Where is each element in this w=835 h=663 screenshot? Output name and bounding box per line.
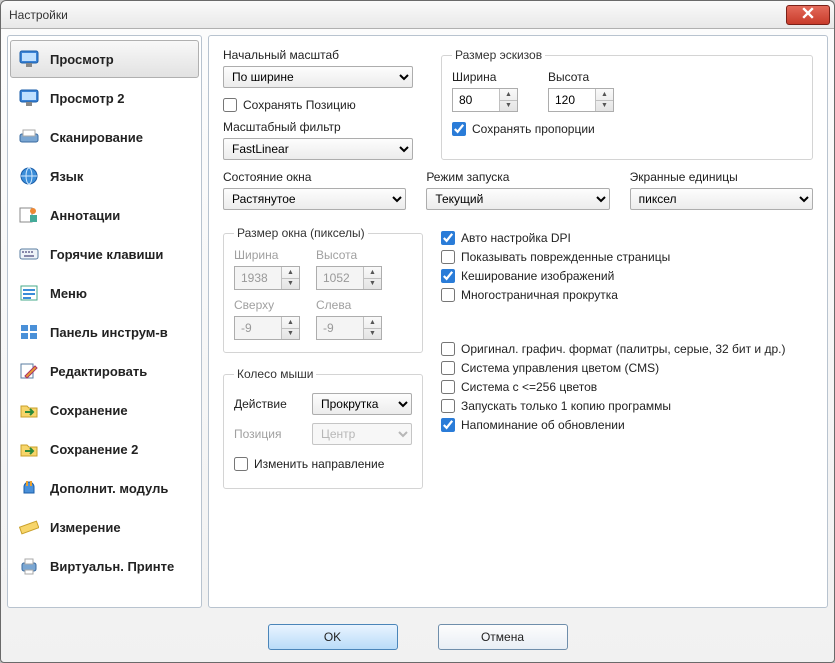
screen-units-label: Экранные единицы [630,170,813,184]
multiscroll-checkbox[interactable]: Многостраничная прокрутка [441,288,813,302]
winsize-width-input: ▲▼ [234,266,300,290]
dialog-footer: OK Отмена [1,614,834,662]
thumb-height-input[interactable]: ▲▼ [548,88,614,112]
ok-button[interactable]: OK [268,624,398,650]
monitor-icon [18,88,40,108]
sidebar-item-label: Горячие клавиши [50,247,163,262]
sidebar: Просмотр Просмотр 2 Сканирование Язык Ан… [7,35,202,608]
cms-checkbox[interactable]: Система управления цветом (CMS) [441,361,813,375]
sidebar-item-save2[interactable]: Сохранение 2 [10,430,199,468]
window-title: Настройки [9,8,786,22]
winsize-left-input: ▲▼ [316,316,382,340]
sidebar-item-label: Аннотации [50,208,120,223]
sidebar-item-label: Сканирование [50,130,143,145]
monitor-icon [18,49,40,69]
thumb-width-input[interactable]: ▲▼ [452,88,518,112]
screen-units-select[interactable]: пиксел [630,188,813,210]
scale-filter-label: Масштабный фильтр [223,120,423,134]
scale-filter-select[interactable]: FastLinear [223,138,413,160]
thumbnail-size-group: Размер эскизов Ширина ▲▼ Высота [441,48,813,160]
mouse-position-label: Позиция [234,427,281,441]
initial-scale-label: Начальный масштаб [223,48,423,62]
sidebar-item-view[interactable]: Просмотр [10,40,199,78]
sidebar-item-label: Редактировать [50,364,147,379]
menu-icon [18,283,40,303]
settings-dialog: Настройки Просмотр Просмотр 2 Сканирован… [0,0,835,663]
sidebar-item-edit[interactable]: Редактировать [10,352,199,390]
winsize-top-input: ▲▼ [234,316,300,340]
sidebar-item-printer[interactable]: Виртуальн. Принте [10,547,199,585]
folder-arrow-icon [18,400,40,420]
keyboard-icon [18,244,40,264]
window-state-select[interactable]: Растянутое [223,188,406,210]
sidebar-item-annot[interactable]: Аннотации [10,196,199,234]
annotations-icon [18,205,40,225]
start-mode-select[interactable]: Текущий [426,188,609,210]
titlebar: Настройки [1,1,834,29]
start-mode-label: Режим запуска [426,170,609,184]
sidebar-item-lang[interactable]: Язык [10,157,199,195]
globe-icon [18,166,40,186]
dialog-body: Просмотр Просмотр 2 Сканирование Язык Ан… [1,29,834,614]
ruler-icon [18,517,40,537]
sidebar-item-label: Виртуальн. Принте [50,559,174,574]
update-remind-checkbox[interactable]: Напоминание об обновлении [441,418,813,432]
sidebar-item-label: Панель инструм-в [50,325,168,340]
orig-format-checkbox[interactable]: Оригинал. графич. формат (палитры, серые… [441,342,813,356]
close-button[interactable] [786,5,830,25]
printer-icon [18,556,40,576]
sidebar-item-view2[interactable]: Просмотр 2 [10,79,199,117]
window-size-group: Размер окна (пикселы) Ширина ▲▼ Высота [223,226,423,353]
mouse-action-label: Действие [234,397,287,411]
plugin-icon [18,478,40,498]
sidebar-item-save[interactable]: Сохранение [10,391,199,429]
sidebar-item-menu[interactable]: Меню [10,274,199,312]
sidebar-item-label: Сохранение 2 [50,442,138,457]
sidebar-item-label: Измерение [50,520,121,535]
edit-icon [18,361,40,381]
invert-direction-checkbox[interactable]: Изменить направление [234,457,412,471]
sys256-checkbox[interactable]: Система с <=256 цветов [441,380,813,394]
sidebar-item-toolbar[interactable]: Панель инструм-в [10,313,199,351]
sidebar-item-label: Просмотр 2 [50,91,125,106]
sidebar-item-label: Язык [50,169,83,184]
sidebar-item-label: Просмотр [50,52,114,67]
close-icon [802,7,814,22]
single-instance-checkbox[interactable]: Запускать только 1 копию программы [441,399,813,413]
window-state-label: Состояние окна [223,170,406,184]
sidebar-item-label: Сохранение [50,403,128,418]
show-broken-checkbox[interactable]: Показывать поврежденные страницы [441,250,813,264]
thumb-height-label: Высота [548,70,614,84]
mouse-wheel-group: Колесо мыши Действие Прокрутка Позиция Ц… [223,367,423,489]
grid-icon [18,322,40,342]
sidebar-item-measure[interactable]: Измерение [10,508,199,546]
folder-arrow-icon [18,439,40,459]
cache-images-checkbox[interactable]: Кеширование изображений [441,269,813,283]
save-position-checkbox[interactable]: Сохранять Позицию [223,98,423,112]
sidebar-item-hotkeys[interactable]: Горячие клавиши [10,235,199,273]
sidebar-item-label: Меню [50,286,87,301]
thumb-width-label: Ширина [452,70,518,84]
sidebar-item-label: Дополнит. модуль [50,481,168,496]
sidebar-item-plugin[interactable]: Дополнит. модуль [10,469,199,507]
winsize-height-input: ▲▼ [316,266,382,290]
auto-dpi-checkbox[interactable]: Авто настройка DPI [441,231,813,245]
keep-aspect-checkbox[interactable]: Сохранять пропорции [452,122,802,136]
cancel-button[interactable]: Отмена [438,624,568,650]
sidebar-item-scan[interactable]: Сканирование [10,118,199,156]
mouse-position-select: Центр [312,423,412,445]
mouse-action-select[interactable]: Прокрутка [312,393,412,415]
scanner-icon [18,127,40,147]
settings-panel: Начальный масштаб По ширине Сохранять По… [208,35,828,608]
initial-scale-select[interactable]: По ширине [223,66,413,88]
